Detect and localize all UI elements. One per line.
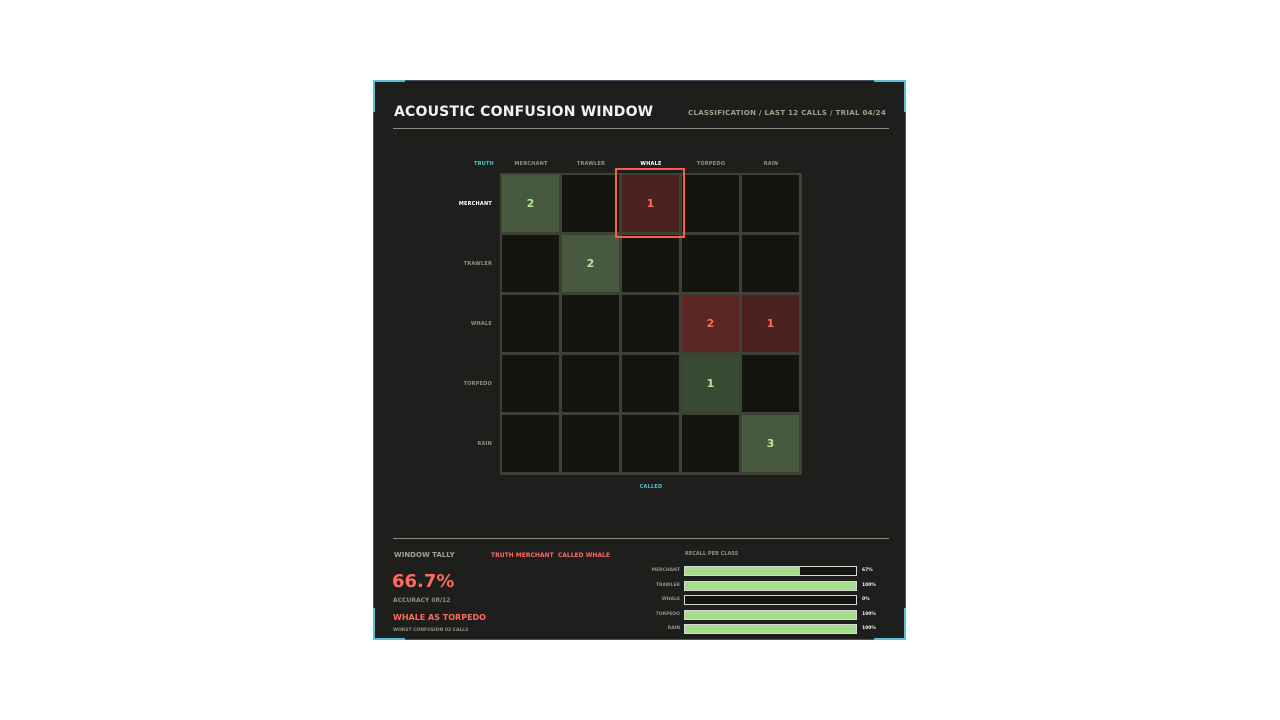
confusion-matrix: 2122113 xyxy=(500,173,802,475)
matrix-cell-merchant-trawler[interactable] xyxy=(562,175,619,232)
row-label-rain[interactable]: RAIN xyxy=(374,441,492,447)
recall-bar-track xyxy=(684,624,857,635)
recall-percent: 100% xyxy=(862,626,876,632)
recall-bar-fill xyxy=(685,625,856,634)
recall-row-torpedo: TORPEDO 100% xyxy=(604,609,894,620)
matrix-cell-whale-torpedo[interactable]: 2 xyxy=(682,295,739,352)
footer-divider xyxy=(393,538,889,539)
matrix-cell-torpedo-trawler[interactable] xyxy=(562,355,619,412)
recall-bar-track xyxy=(684,566,857,576)
matrix-cell-torpedo-whale[interactable] xyxy=(622,355,679,412)
recall-class-label: RAIN xyxy=(667,626,680,632)
recall-percent: 67% xyxy=(862,568,873,573)
matrix-cell-merchant-torpedo[interactable] xyxy=(682,175,739,232)
corner-bracket xyxy=(874,80,906,112)
matrix-cell-whale-whale[interactable] xyxy=(622,295,679,352)
matrix-cell-torpedo-rain[interactable] xyxy=(742,355,799,412)
panel-subtitle: CLASSIFICATION / LAST 12 CALLS / TRIAL 0… xyxy=(688,109,886,117)
accuracy-label: ACCURACY 08/12 xyxy=(393,597,451,604)
matrix-cell-merchant-rain[interactable] xyxy=(742,175,799,232)
recall-row-rain: RAIN 100% xyxy=(604,624,894,635)
confusion-window-panel: ACOUSTIC CONFUSION WINDOW CLASSIFICATION… xyxy=(373,80,906,640)
matrix-cell-rain-torpedo[interactable] xyxy=(682,415,739,472)
worst-confusion: WHALE AS TORPEDO xyxy=(393,613,486,622)
recall-bar-track xyxy=(684,595,857,606)
matrix-cell-trawler-torpedo[interactable] xyxy=(682,235,739,292)
matrix-cell-rain-rain[interactable]: 3 xyxy=(742,415,799,472)
selection-readout: TRUTH MERCHANT CALLED WHALE xyxy=(491,552,610,559)
matrix-cell-trawler-merchant[interactable] xyxy=(502,235,559,292)
row-label-trawler[interactable]: TRAWLER xyxy=(374,261,492,267)
selection-called: CALLED WHALE xyxy=(557,552,610,559)
recall-percent: 100% xyxy=(862,611,876,617)
row-label-merchant[interactable]: MERCHANT xyxy=(374,201,492,207)
recall-heading: RECALL PER CLASS xyxy=(685,551,739,557)
matrix-cell-rain-merchant[interactable] xyxy=(502,415,559,472)
recall-percent: 100% xyxy=(862,582,876,588)
truth-axis-label: TRUTH xyxy=(474,161,494,167)
matrix-cell-merchant-whale[interactable]: 1 xyxy=(622,175,679,232)
recall-class-label: WHALE xyxy=(661,597,680,603)
matrix-cell-whale-rain[interactable]: 1 xyxy=(742,295,799,352)
window-tally-heading: WINDOW TALLY xyxy=(394,551,455,559)
recall-bar-fill xyxy=(685,567,800,575)
column-label-rain[interactable]: RAIN xyxy=(741,161,801,167)
recall-class-label: TRAWLER xyxy=(655,582,680,588)
matrix-cell-torpedo-torpedo[interactable]: 1 xyxy=(682,355,739,412)
recall-row-trawler: TRAWLER 100% xyxy=(604,580,894,591)
column-label-torpedo[interactable]: TORPEDO xyxy=(681,161,741,167)
matrix-cell-whale-trawler[interactable] xyxy=(562,295,619,352)
matrix-cell-trawler-whale[interactable] xyxy=(622,235,679,292)
accuracy-value: 66.7% xyxy=(392,571,455,592)
recall-bar-track xyxy=(684,580,857,591)
header-divider xyxy=(393,128,889,129)
matrix-cell-whale-merchant[interactable] xyxy=(502,295,559,352)
panel-title: ACOUSTIC CONFUSION WINDOW xyxy=(394,104,654,120)
matrix-cell-torpedo-merchant[interactable] xyxy=(502,355,559,412)
recall-percent: 0% xyxy=(862,597,870,603)
row-label-torpedo[interactable]: TORPEDO xyxy=(374,381,492,387)
matrix-cell-trawler-rain[interactable] xyxy=(742,235,799,292)
column-label-whale[interactable]: WHALE xyxy=(621,161,681,167)
recall-class-label: MERCHANT xyxy=(651,568,680,573)
recall-bar-fill xyxy=(685,581,856,590)
row-label-whale[interactable]: WHALE xyxy=(374,321,492,327)
recall-class-label: TORPEDO xyxy=(655,611,680,617)
recall-row-whale: WHALE 0% xyxy=(604,595,894,606)
matrix-cell-merchant-merchant[interactable]: 2 xyxy=(502,175,559,232)
recall-bar-fill xyxy=(685,610,856,619)
matrix-cell-trawler-trawler[interactable]: 2 xyxy=(562,235,619,292)
recall-row-merchant: MERCHANT 67% xyxy=(604,566,894,576)
called-axis-label: CALLED xyxy=(639,484,663,490)
worst-confusion-sub: WORST CONFUSION 02 CALLS xyxy=(393,628,469,633)
recall-bar-track xyxy=(684,609,857,620)
matrix-cell-rain-whale[interactable] xyxy=(622,415,679,472)
column-label-merchant[interactable]: MERCHANT xyxy=(501,161,561,167)
column-label-trawler[interactable]: TRAWLER xyxy=(561,161,621,167)
selection-truth: TRUTH MERCHANT xyxy=(491,552,554,559)
matrix-cell-rain-trawler[interactable] xyxy=(562,415,619,472)
